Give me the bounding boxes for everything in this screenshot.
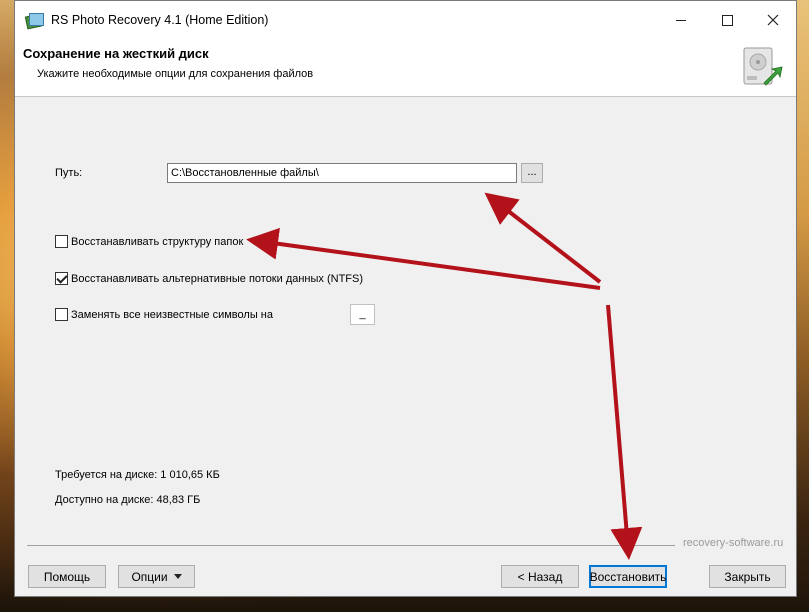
checkbox-restore-alt-streams[interactable] (55, 272, 68, 285)
wizard-header: Сохранение на жесткий диск Укажите необх… (15, 39, 796, 97)
title-bar[interactable]: RS Photo Recovery 4.1 (Home Edition) (15, 1, 796, 39)
watermark-text: recovery-software.ru (683, 537, 784, 549)
checkbox-replace-unknown-chars[interactable] (55, 308, 68, 321)
close-icon (767, 14, 779, 26)
page-title: Сохранение на жесткий диск (23, 46, 209, 61)
window-title: RS Photo Recovery 4.1 (Home Edition) (51, 13, 269, 27)
option-label: Заменять все неизвестные символы на (71, 308, 273, 321)
path-label: Путь: (55, 167, 83, 179)
minimize-button[interactable] (658, 1, 704, 39)
restore-button[interactable]: Восстановить (589, 565, 667, 588)
footer-divider (27, 545, 675, 546)
chevron-down-icon (173, 574, 182, 579)
maximize-icon (721, 14, 733, 26)
app-photo-icon (24, 11, 44, 30)
browse-button[interactable]: ... (521, 163, 543, 183)
replace-char-input[interactable]: _ (350, 304, 375, 325)
app-window: RS Photo Recovery 4.1 (Home Edition) Сох… (14, 0, 797, 597)
option-restore-alt-streams[interactable]: Восстанавливать альтернативные потоки да… (55, 272, 363, 285)
help-button[interactable]: Помощь (28, 565, 106, 588)
close-button[interactable]: Закрыть (709, 565, 786, 588)
hard-disk-export-icon (743, 47, 783, 86)
options-button[interactable]: Опции (118, 565, 195, 588)
maximize-button[interactable] (704, 1, 750, 39)
checkbox-restore-folder-structure[interactable] (55, 235, 68, 248)
desktop-background-right (795, 0, 809, 612)
close-window-button[interactable] (750, 1, 796, 39)
option-label: Восстанавливать альтернативные потоки да… (71, 272, 364, 285)
option-restore-folder-structure[interactable]: Восстанавливать структуру папок (55, 235, 243, 248)
page-subtitle: Укажите необходимые опции для сохранения… (37, 68, 314, 80)
option-replace-unknown-chars[interactable]: Заменять все неизвестные символы на (55, 308, 273, 321)
wizard-content: Путь: ... Восстанавливать структуру папо… (15, 97, 796, 549)
path-input[interactable] (167, 163, 517, 183)
options-label: Опции (131, 569, 168, 584)
disk-required-text: Требуется на диске: 1 010,65 КБ (55, 469, 220, 481)
desktop-background-left (0, 0, 14, 612)
minimize-icon (676, 19, 686, 21)
disk-available-text: Доступно на диске: 48,83 ГБ (55, 494, 201, 506)
option-label: Восстанавливать структуру папок (71, 235, 244, 248)
back-button[interactable]: < Назад (501, 565, 579, 588)
